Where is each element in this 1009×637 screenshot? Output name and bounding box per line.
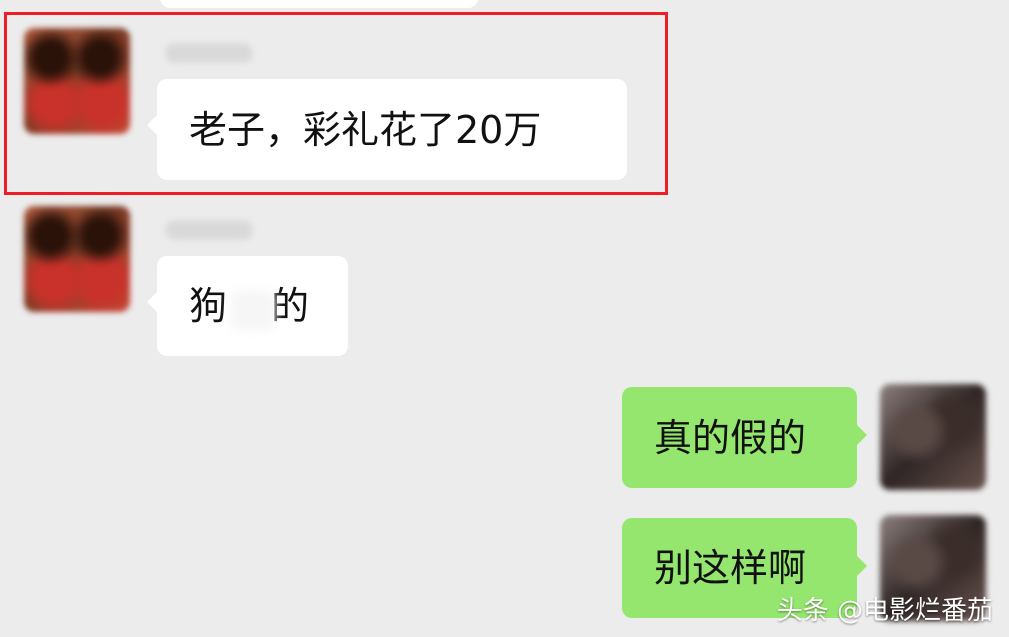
outgoing-message-bubble[interactable]: 真的假的 [622, 387, 867, 488]
sender-name-blurred [165, 220, 253, 240]
message-text: 别这样啊 [654, 546, 807, 590]
message-text-after-mask: 的 [271, 284, 310, 328]
blurred-text-mask [231, 290, 275, 330]
outgoing-avatar[interactable] [880, 384, 986, 490]
message-text: 真的假的 [654, 415, 807, 460]
incoming-avatar[interactable] [24, 206, 130, 312]
chat-view: 老子，彩礼花了20万 狗 的 真的假的 别这样啊 头条 @电影烂番茄 [0, 0, 1009, 637]
highlight-box [4, 12, 668, 195]
watermark: 头条 @电影烂番茄 [776, 596, 993, 626]
message-text: 狗 [189, 284, 228, 328]
previous-message-bubble [160, 0, 478, 8]
